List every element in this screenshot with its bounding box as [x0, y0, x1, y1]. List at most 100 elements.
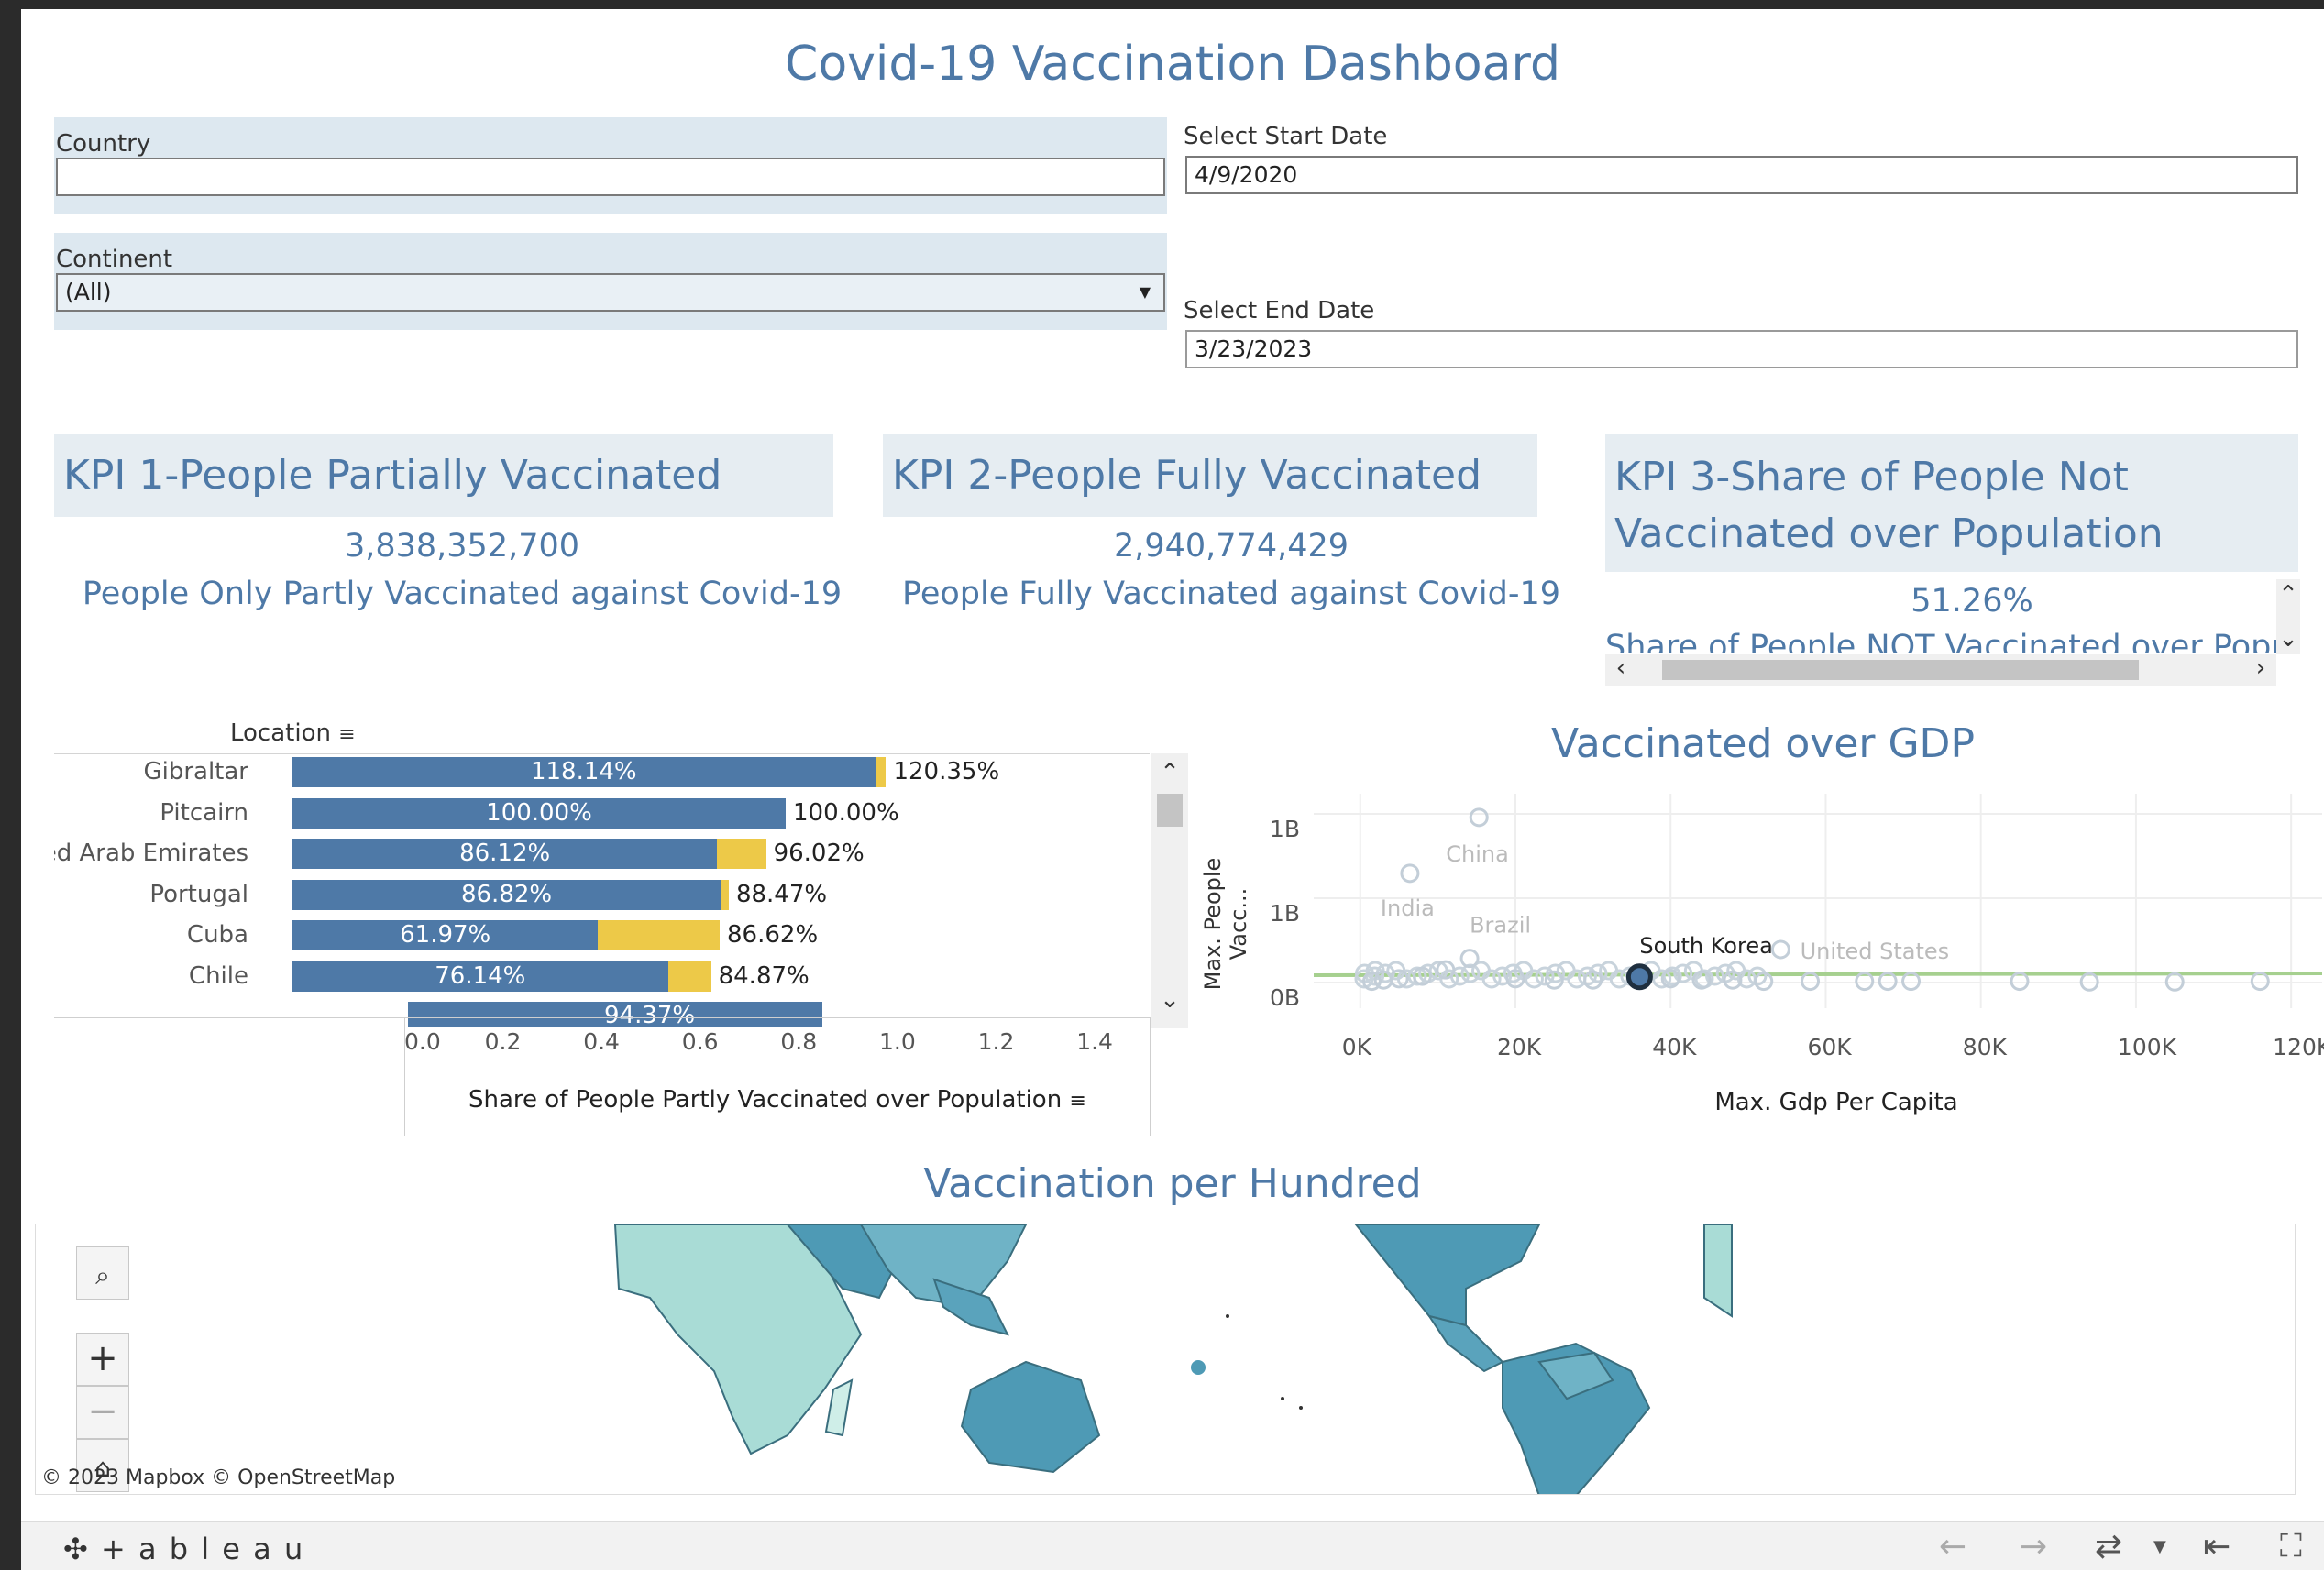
bar-chart-xtick: 0.2 — [484, 1028, 522, 1055]
scatter-xtick: 120K — [2273, 1034, 2324, 1060]
location-header-label: Location — [230, 719, 331, 747]
kpi3-hscroll[interactable]: ‹ › — [1605, 654, 2276, 686]
bar-total-label: 100.00% — [793, 798, 899, 827]
continent-dropdown[interactable]: (All) ▼ — [56, 273, 1165, 312]
scroll-up-icon[interactable]: ⌃ — [2276, 581, 2300, 609]
continent-filter-label: Continent — [56, 246, 173, 273]
window-top-border — [0, 0, 2324, 9]
scatter-point[interactable] — [1400, 863, 1420, 884]
scatter-point-label: India — [1381, 895, 1435, 921]
map-region-pacific-island[interactable] — [1191, 1360, 1206, 1375]
scatter-point[interactable] — [1770, 939, 1790, 960]
sort-icon[interactable]: ≡ — [338, 723, 355, 746]
chevron-down-icon[interactable]: ▼ — [2153, 1537, 2166, 1556]
bar-partial-label: 61.97% — [400, 921, 491, 949]
kpi1-value: 3,838,352,700 — [344, 528, 580, 565]
map-region-madagascar[interactable] — [824, 1378, 854, 1437]
kpi3-title-line1: KPI 3-Share of People Not — [1614, 454, 2129, 500]
vaccination-map[interactable]: ⌕ + − ⌂ © 2023 Mapbox © OpenStreetMap — [35, 1224, 2296, 1495]
scroll-down-icon[interactable]: ⌄ — [2276, 625, 2300, 653]
fullscreen-icon[interactable]: ⛶ — [2280, 1528, 2302, 1565]
kpi3-caption: Share of People NOT Vaccinated over Popu… — [1605, 629, 2276, 653]
bar-category-label: Portugal — [149, 880, 248, 908]
continent-filter: Continent (All) ▼ — [54, 233, 1167, 330]
map-region-island[interactable] — [1226, 1314, 1229, 1318]
kpi2-value: 2,940,774,429 — [1113, 528, 1349, 565]
bar-chart-xticks: 0.0 0.2 0.4 0.6 0.8 1.0 1.2 1.4 — [54, 1028, 1150, 1065]
bar-chart-xtick: 1.0 — [879, 1028, 916, 1055]
map-region-north-america[interactable] — [1354, 1224, 1541, 1327]
end-date-input[interactable]: 3/23/2023 — [1185, 330, 2298, 368]
start-date-input[interactable]: 4/9/2020 — [1185, 156, 2298, 194]
reset-icon[interactable]: ⇤ — [2203, 1528, 2230, 1565]
bar-category-label: Pitcairn — [160, 798, 248, 827]
dashboard-title: Covid-19 Vaccination Dashboard — [785, 37, 1560, 92]
scatter-chart: Vaccinated over GDP Max. People Vacc... … — [1200, 715, 2324, 1136]
bar-chart-xtick: 0.4 — [583, 1028, 620, 1055]
hscroll-thumb[interactable] — [1662, 660, 2139, 680]
map-attribution[interactable]: © 2023 Mapbox © OpenStreetMap — [41, 1466, 395, 1489]
bar-category-label: Gibraltar — [143, 758, 248, 785]
scroll-left-icon[interactable]: ‹ — [1609, 654, 1633, 682]
scatter-xtick: 80K — [1962, 1034, 2007, 1060]
map-zoom-in-button[interactable]: + — [76, 1333, 129, 1386]
bar-chart-xlabel: Share of People Partly Vaccinated over P… — [468, 1086, 1086, 1114]
map-title: Vaccination per Hundred — [923, 1160, 1422, 1207]
scatter-ytick: 0B — [1270, 984, 1301, 1011]
scatter-yticks: 1B 1B 0B — [1213, 715, 1300, 1136]
bar-chart-xtick: 1.2 — [977, 1028, 1015, 1055]
vscroll-thumb[interactable] — [1157, 794, 1183, 827]
revert-icon[interactable]: ⇄ — [2095, 1528, 2122, 1565]
tableau-logo[interactable]: ✣ + a b l e a u — [63, 1532, 304, 1566]
start-date-label: Select Start Date — [1184, 123, 1388, 150]
scatter-point[interactable] — [1469, 807, 1489, 828]
sort-icon[interactable]: ≡ — [1069, 1090, 1085, 1113]
bar-chart-vscroll[interactable]: ⌃ ⌄ — [1151, 753, 1188, 1028]
map-region-australia[interactable] — [960, 1360, 1101, 1474]
continent-dropdown-value: (All) — [65, 279, 112, 305]
map-region-central-america[interactable] — [1426, 1314, 1504, 1373]
map-graphic — [613, 1224, 1733, 1494]
country-input[interactable] — [56, 158, 1165, 196]
redo-icon[interactable]: → — [2020, 1528, 2047, 1565]
bar-chart-xtick: 0.6 — [681, 1028, 719, 1055]
map-region-island[interactable] — [1281, 1397, 1284, 1400]
country-filter-label: Country — [56, 130, 151, 158]
location-header[interactable]: Location ≡ — [230, 719, 356, 747]
search-icon: ⌕ — [95, 1260, 110, 1290]
scroll-down-icon[interactable]: ⌄ — [1151, 986, 1188, 1014]
chevron-down-icon[interactable]: ▼ — [1140, 275, 1151, 310]
bar-total-label: 86.62% — [727, 921, 819, 949]
scatter-point-label: Brazil — [1470, 913, 1531, 939]
kpi1-caption: People Only Partly Vaccinated against Co… — [82, 576, 843, 612]
tableau-brand-text: + a b l e a u — [100, 1532, 305, 1566]
scroll-right-icon[interactable]: › — [2249, 654, 2273, 682]
scatter-xlabel: Max. Gdp Per Capita — [1714, 1089, 1958, 1116]
scatter-xtick: 0K — [1341, 1034, 1372, 1060]
scatter-point-label: South Korea — [1639, 933, 1772, 959]
bar-total-label: 120.35% — [893, 758, 1000, 785]
kpi3-vscroll[interactable]: ⌃ ⌄ — [2276, 579, 2300, 654]
scatter-point[interactable] — [1625, 963, 1653, 991]
scatter-point-label: United States — [1801, 939, 1950, 964]
scatter-point[interactable] — [2250, 972, 2270, 992]
scatter-xtick: 100K — [2117, 1034, 2177, 1060]
scatter-ytick: 1B — [1270, 900, 1301, 927]
map-search-button[interactable]: ⌕ — [76, 1246, 129, 1300]
tableau-toolbar: ✣ + a b l e a u ← → ⇄ ▼ ⇤ ⛶ — [21, 1521, 2324, 1570]
bar-chart-header-line — [54, 753, 1150, 754]
map-region-island[interactable] — [1299, 1406, 1303, 1410]
kpi3-value: 51.26% — [1911, 583, 2033, 620]
bar-chart-xtick: 1.4 — [1076, 1028, 1113, 1055]
scatter-xtick: 60K — [1807, 1034, 1852, 1060]
map-zoom-out-button[interactable]: − — [76, 1386, 129, 1439]
undo-icon[interactable]: ← — [1939, 1528, 1966, 1565]
window-left-border — [0, 0, 21, 1569]
kpi3-scroll-area[interactable]: 51.26% Share of People NOT Vaccinated ov… — [1605, 579, 2276, 653]
partial-row-label: 94.37% — [604, 1002, 696, 1027]
tableau-window: Covid-19 Vaccination Dashboard Country C… — [0, 0, 2324, 1570]
bar-chart-axis-line — [54, 1017, 1150, 1018]
tableau-logo-icon: ✣ — [63, 1532, 90, 1566]
map-region-europe-edge[interactable] — [1703, 1224, 1733, 1318]
scroll-up-icon[interactable]: ⌃ — [1151, 759, 1188, 786]
